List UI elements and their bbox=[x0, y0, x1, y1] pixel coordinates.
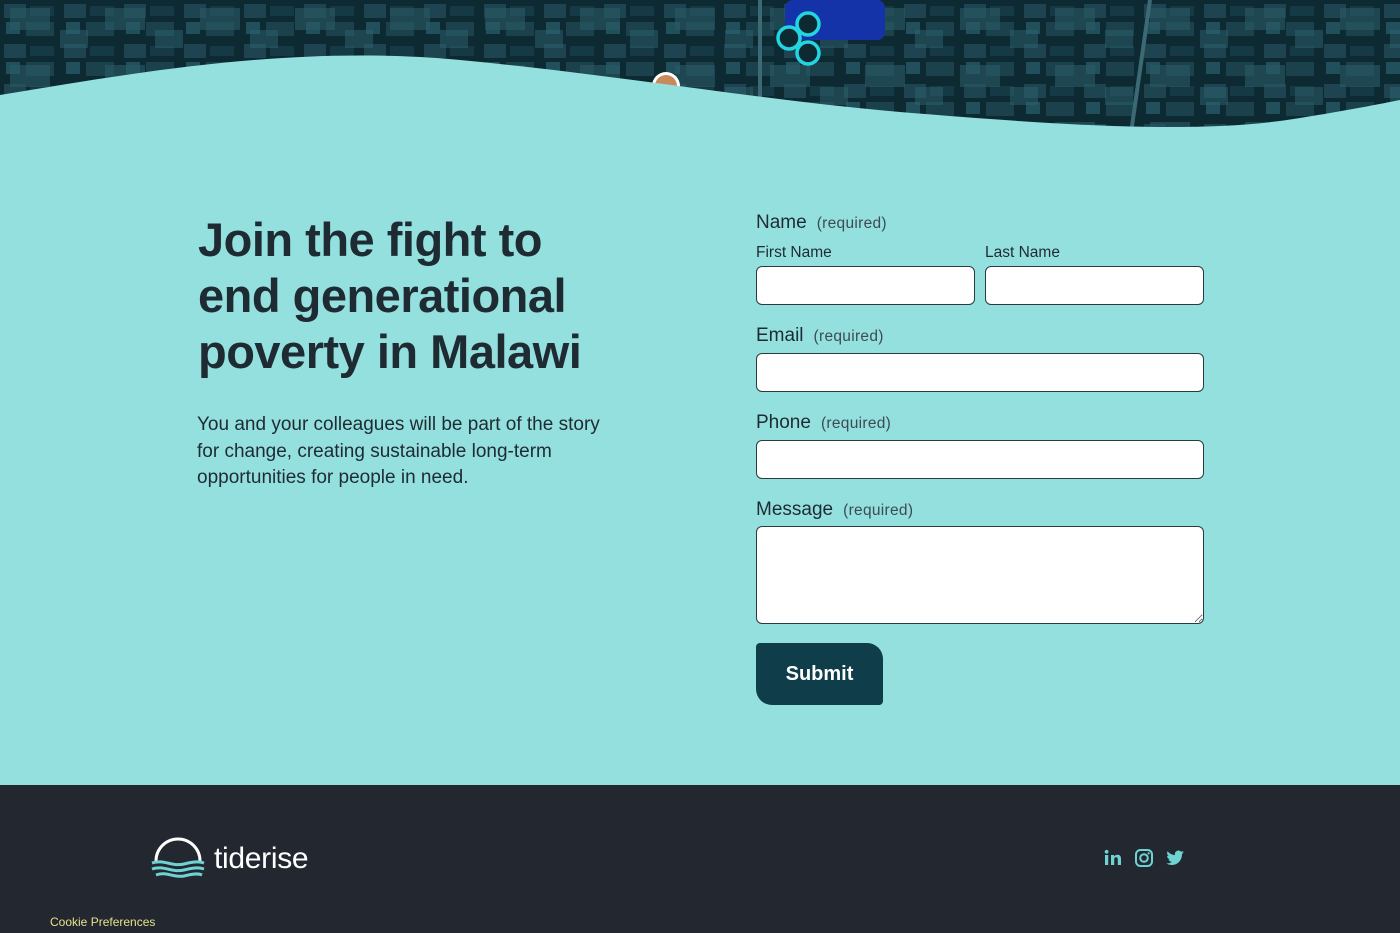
email-required-note: (required) bbox=[813, 328, 884, 345]
title-line-3: poverty in Malawi bbox=[198, 325, 582, 378]
phone-label-text: Phone bbox=[756, 412, 811, 433]
last-name-label: Last Name bbox=[985, 244, 1060, 261]
phone-label: Phone (required) bbox=[756, 412, 1204, 434]
hero-map-banner bbox=[0, 0, 1400, 140]
message-required-note: (required) bbox=[843, 502, 914, 519]
instagram-icon[interactable] bbox=[1134, 848, 1154, 868]
last-name-input[interactable] bbox=[985, 266, 1204, 305]
email-input[interactable] bbox=[756, 353, 1204, 392]
contact-section: Join the fight to end generational pover… bbox=[0, 140, 1400, 785]
first-name-label: First Name bbox=[756, 244, 832, 261]
satellite-map-image bbox=[0, 0, 1400, 140]
cookie-preferences-link[interactable]: Cookie Preferences bbox=[50, 915, 155, 929]
email-label-text: Email bbox=[756, 325, 804, 346]
title-line-2: end generational bbox=[198, 269, 567, 322]
message-textarea[interactable] bbox=[756, 526, 1204, 624]
message-label: Message (required) bbox=[756, 499, 1204, 521]
first-name-input[interactable] bbox=[756, 266, 975, 305]
social-links bbox=[1103, 848, 1185, 868]
name-required-note: (required) bbox=[816, 215, 887, 232]
name-label-text: Name bbox=[756, 212, 807, 233]
contact-form: Name (required) First Name Last Name Ema… bbox=[756, 212, 1204, 705]
brand-name: tiderise bbox=[214, 842, 309, 875]
linkedin-icon[interactable] bbox=[1103, 848, 1123, 868]
message-label-text: Message bbox=[756, 499, 834, 520]
phone-required-note: (required) bbox=[820, 415, 892, 432]
email-label: Email (required) bbox=[756, 325, 1204, 347]
phone-input[interactable] bbox=[756, 440, 1204, 479]
submit-button[interactable]: Submit bbox=[756, 643, 883, 705]
brand-logo[interactable]: tiderise bbox=[150, 837, 309, 881]
name-label: Name (required) bbox=[756, 212, 1204, 234]
twitter-icon[interactable] bbox=[1165, 848, 1185, 868]
site-footer: tiderise Cookie Preferences bbox=[0, 785, 1400, 933]
intro-paragraph: You and your colleagues will be part of … bbox=[197, 414, 600, 488]
tiderise-logo-icon bbox=[151, 837, 205, 878]
title-line-1: Join the fight to bbox=[198, 213, 542, 266]
page-title: Join the fight to end generational pover… bbox=[198, 212, 618, 380]
